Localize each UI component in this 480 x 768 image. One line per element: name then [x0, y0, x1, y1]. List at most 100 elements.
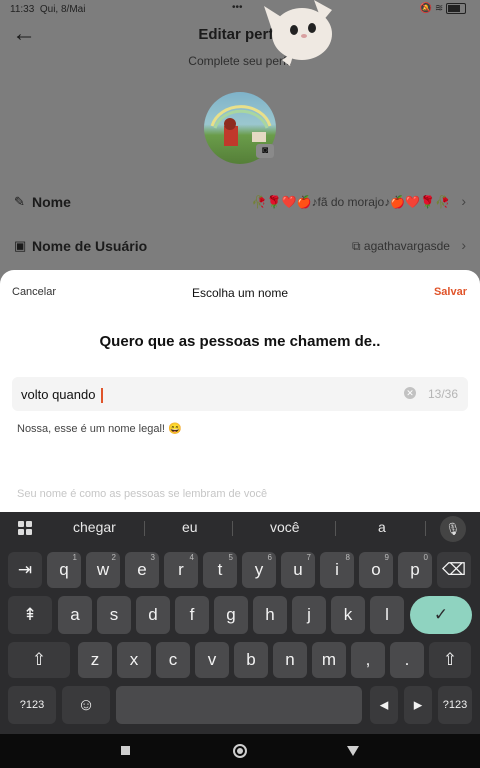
name-input-value[interactable]: volto quando	[21, 387, 104, 404]
suggestion-item[interactable]: você	[270, 519, 300, 535]
microphone-icon[interactable]: 🎙	[440, 516, 466, 542]
key-label: d	[148, 605, 158, 624]
key-label: ▸	[413, 695, 423, 714]
key-r[interactable]: r4	[164, 552, 198, 588]
tab-key[interactable]: ⇥	[8, 552, 42, 588]
key-label: h	[265, 605, 275, 624]
key-label: m	[321, 650, 337, 669]
back-button[interactable]	[347, 746, 359, 756]
space-key[interactable]	[116, 686, 362, 724]
key-number-hint: 7	[306, 553, 311, 562]
key-q[interactable]: q1	[47, 552, 81, 588]
key-e[interactable]: e3	[125, 552, 159, 588]
key-p[interactable]: p0	[398, 552, 432, 588]
suggestion-divider	[335, 521, 336, 536]
symbols-key-right[interactable]: ?123	[438, 686, 472, 724]
key-m[interactable]: m	[312, 642, 346, 678]
key-d[interactable]: d	[136, 596, 170, 634]
suggestion-item[interactable]: eu	[182, 519, 198, 535]
key-w[interactable]: w2	[86, 552, 120, 588]
key-v[interactable]: v	[195, 642, 229, 678]
cursor-left-key[interactable]: ◂	[370, 686, 398, 724]
key-number-hint: 1	[72, 553, 77, 562]
key-g[interactable]: g	[214, 596, 248, 634]
key-label: ⇥	[17, 560, 33, 579]
clear-icon[interactable]: ✕	[404, 387, 416, 399]
key-s[interactable]: s	[97, 596, 131, 634]
key-label: q	[59, 560, 69, 579]
camera-icon[interactable]: ◙	[256, 144, 274, 158]
suggestion-divider	[144, 521, 145, 536]
key-l[interactable]: l	[370, 596, 404, 634]
key-c[interactable]: c	[156, 642, 190, 678]
row-username-label: Nome de Usuário	[32, 238, 148, 254]
save-button[interactable]: Salvar	[434, 286, 467, 298]
shift-key[interactable]: ⇧	[8, 642, 70, 678]
key-label: ?123	[442, 699, 468, 711]
key-number-hint: 0	[423, 553, 428, 562]
status-dots: •••	[232, 2, 243, 13]
key-number-hint: 5	[228, 553, 233, 562]
key-y[interactable]: y6	[242, 552, 276, 588]
status-time: 11:33 Qui, 8/Mai	[10, 4, 86, 15]
key-label: z	[90, 650, 100, 669]
key-label: ?123	[19, 699, 45, 711]
key-label: c	[168, 650, 178, 669]
key-number-hint: 8	[345, 553, 350, 562]
text-caret	[101, 388, 104, 404]
key-u[interactable]: u7	[281, 552, 315, 588]
shift-key[interactable]: ⇧	[429, 642, 471, 678]
key-label: w	[96, 560, 110, 579]
name-input[interactable]: volto quando ✕ 13/36	[12, 377, 468, 411]
key-o[interactable]: o9	[359, 552, 393, 588]
apps-grid-icon[interactable]	[18, 521, 32, 535]
key-number-hint: 2	[111, 553, 116, 562]
key-label: e	[137, 560, 147, 579]
row-username[interactable]: ▣ Nome de Usuário ⧉ agathavargasde ›	[14, 234, 466, 258]
key-h[interactable]: h	[253, 596, 287, 634]
key-i[interactable]: i8	[320, 552, 354, 588]
key-.[interactable]: .	[390, 642, 424, 678]
suggestion-item[interactable]: chegar	[73, 519, 116, 535]
key-label: j	[307, 605, 311, 624]
key-b[interactable]: b	[234, 642, 268, 678]
suggestion-divider	[232, 521, 233, 536]
key-f[interactable]: f	[175, 596, 209, 634]
key-j[interactable]: j	[292, 596, 326, 634]
key-x[interactable]: x	[117, 642, 151, 678]
page-subtitle: Complete seu perfil	[188, 54, 292, 68]
suggestion-divider	[425, 521, 426, 536]
key-label: v	[207, 650, 217, 669]
key-,[interactable]: ,	[351, 642, 385, 678]
enter-key[interactable]: ✓	[410, 596, 472, 634]
char-counter: 13/36	[427, 387, 458, 401]
collapse-key[interactable]: ⇞	[8, 596, 52, 634]
keyboard: chegar eu você a 🎙 ⇥ q 1 w 2 e 3 r 4 t 5 y 6 u 7 i 8 o 9 p 0…	[0, 512, 480, 734]
key-number-hint: 4	[189, 553, 194, 562]
sheet-heading: Quero que as pessoas me chamem de..	[99, 333, 381, 350]
key-label: p	[410, 560, 420, 579]
key-n[interactable]: n	[273, 642, 307, 678]
recents-button[interactable]	[121, 746, 130, 755]
backspace-key[interactable]: ⌫	[437, 552, 471, 588]
key-label: ⇧	[442, 650, 458, 669]
key-k[interactable]: k	[331, 596, 365, 634]
emoji-key[interactable]: ☺	[62, 686, 110, 724]
key-label: t	[217, 560, 223, 579]
symbols-key[interactable]: ?123	[8, 686, 56, 724]
key-label: i	[335, 560, 339, 579]
row-nome[interactable]: ✎ Nome 🥀🌹❤️🍎♪fã do morajo♪🍎❤️🌹🥀 ›	[14, 190, 466, 214]
key-t[interactable]: t5	[203, 552, 237, 588]
chevron-right-icon: ›	[461, 237, 466, 253]
system-nav-bar	[0, 734, 480, 768]
key-label: .	[404, 650, 410, 669]
row-username-value: ⧉ agathavargasde	[352, 239, 450, 253]
suggestion-item[interactable]: a	[378, 519, 386, 535]
key-a[interactable]: a	[58, 596, 92, 634]
home-button[interactable]	[233, 744, 247, 758]
cursor-right-key[interactable]: ▸	[404, 686, 432, 724]
sheet-title: Escolha um nome	[191, 286, 289, 300]
key-z[interactable]: z	[78, 642, 112, 678]
key-number-hint: 9	[384, 553, 389, 562]
key-label: ◂	[379, 695, 389, 714]
